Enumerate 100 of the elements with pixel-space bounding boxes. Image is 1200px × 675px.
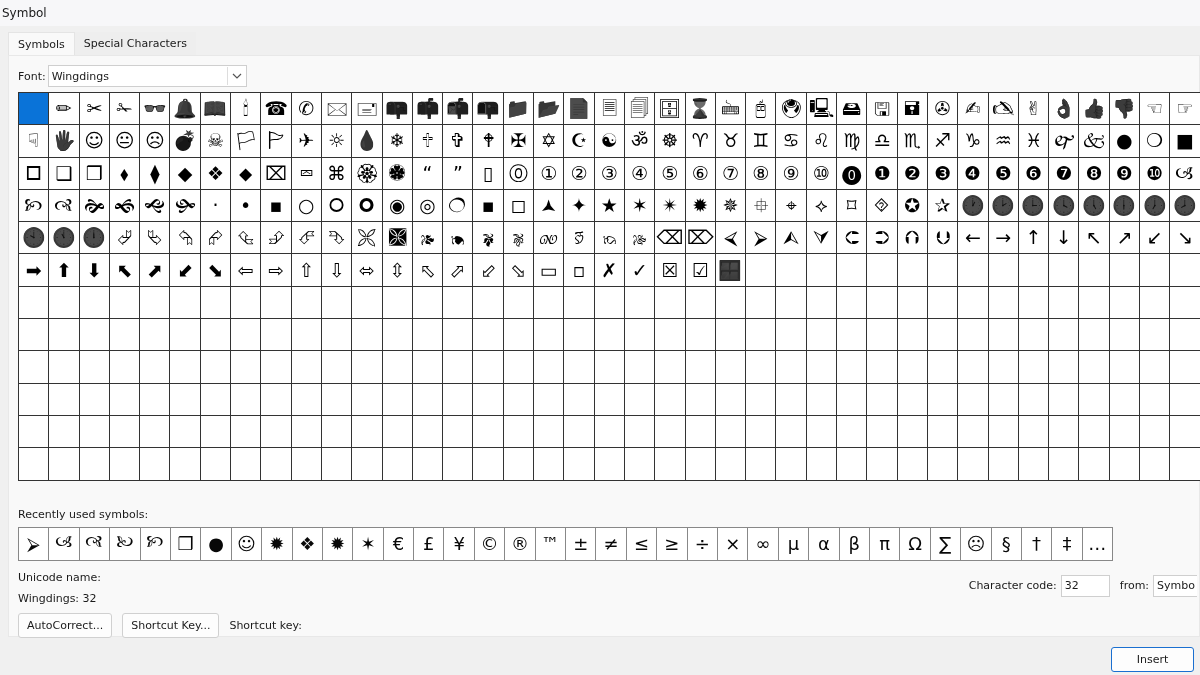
recent-symbol[interactable]: €	[383, 527, 415, 560]
symbol-cell[interactable]	[473, 319, 504, 352]
symbol-cell[interactable]: ▫	[564, 254, 595, 287]
symbol-cell[interactable]: 🕙	[19, 222, 50, 255]
symbol-cell[interactable]	[867, 286, 898, 320]
symbol-cell[interactable]	[109, 319, 141, 352]
symbol-cell[interactable]: ⌛	[685, 93, 716, 126]
symbol-cell[interactable]	[776, 319, 807, 352]
symbol-cell[interactable]	[958, 319, 989, 352]
symbol-cell[interactable]	[1018, 319, 1050, 352]
recent-symbol[interactable]: ✶	[353, 527, 384, 560]
symbol-cell[interactable]: 🖫	[867, 93, 898, 126]
symbol-cell[interactable]	[1109, 351, 1140, 384]
symbol-cell[interactable]: 🙐	[534, 222, 565, 255]
symbol-cell[interactable]	[806, 448, 837, 481]
symbol-cell[interactable]: ⮚	[746, 222, 777, 255]
symbol-cell[interactable]	[291, 448, 322, 481]
symbol-cell[interactable]	[776, 383, 807, 416]
symbol-cell[interactable]: ✡	[534, 125, 565, 158]
recent-symbol[interactable]: ÷	[687, 527, 718, 560]
symbol-cell[interactable]	[776, 448, 807, 481]
symbol-cell[interactable]	[806, 319, 837, 352]
symbol-cell[interactable]: ⮲	[170, 222, 201, 255]
dialog-button[interactable]: Shortcut Key...	[122, 612, 220, 638]
symbol-cell[interactable]	[867, 351, 898, 384]
symbol-cell[interactable]	[534, 319, 565, 352]
symbol-cell[interactable]	[534, 351, 565, 384]
symbol-cell[interactable]	[473, 383, 504, 416]
symbol-cell[interactable]: ⌦	[685, 222, 716, 255]
recent-symbol[interactable]: ∑	[930, 527, 962, 560]
symbol-cell[interactable]	[19, 286, 50, 320]
symbol-cell[interactable]	[170, 351, 201, 384]
symbol-cell[interactable]: ♈	[685, 125, 716, 158]
symbol-cell[interactable]	[958, 286, 989, 320]
symbol-cell[interactable]: ●	[1109, 125, 1140, 158]
recent-symbol[interactable]: ®	[505, 527, 536, 560]
symbol-cell[interactable]: ☜	[1140, 93, 1171, 126]
recent-symbol[interactable]: ¥	[444, 527, 475, 560]
symbol-cell[interactable]: ⮱	[140, 222, 171, 255]
symbol-cell[interactable]	[1049, 319, 1080, 352]
symbol-cell[interactable]: 🕓	[1049, 189, 1080, 223]
symbol-cell[interactable]	[655, 286, 686, 320]
symbol-cell[interactable]	[534, 286, 565, 320]
symbol-cell[interactable]: 🙡	[19, 189, 50, 223]
symbol-cell[interactable]: ☎	[261, 93, 292, 126]
symbol-cell[interactable]	[1079, 319, 1110, 352]
symbol-cell[interactable]	[655, 383, 686, 416]
symbol-cell[interactable]	[321, 448, 353, 481]
symbol-cell[interactable]: 🏳	[231, 125, 262, 158]
symbol-cell[interactable]	[1049, 415, 1080, 449]
symbol-cell[interactable]: ⮈	[837, 222, 868, 255]
symbol-cell[interactable]	[140, 383, 171, 416]
symbol-cell[interactable]	[321, 351, 353, 384]
symbol-cell[interactable]	[534, 415, 565, 449]
symbol-cell[interactable]	[382, 351, 413, 384]
symbol-cell[interactable]	[958, 448, 989, 481]
recent-symbol[interactable]: ⮚	[19, 527, 50, 560]
symbol-cell[interactable]	[1140, 448, 1171, 481]
symbol-cell[interactable]: 🕗	[1170, 189, 1200, 223]
symbol-cell[interactable]: 👓	[140, 93, 171, 126]
symbol-cell[interactable]: ⬇	[79, 254, 110, 287]
symbol-cell[interactable]	[1079, 286, 1110, 320]
symbol-cell[interactable]	[746, 383, 777, 416]
symbol-cell[interactable]: ⮙	[776, 222, 807, 255]
symbol-cell[interactable]	[291, 319, 322, 352]
recent-symbol[interactable]: ❖	[292, 527, 323, 560]
symbol-cell[interactable]	[19, 448, 50, 481]
symbol-cell[interactable]: ☸	[655, 125, 686, 158]
symbol-cell[interactable]: ⌖	[776, 189, 807, 223]
symbol-cell[interactable]: ⇦	[231, 254, 262, 287]
symbol-cell[interactable]	[443, 319, 474, 352]
symbol-cell[interactable]	[867, 383, 898, 416]
symbol-cell[interactable]	[655, 415, 686, 449]
symbol-cell[interactable]: ✦	[564, 189, 595, 223]
recent-symbol[interactable]: ±	[566, 527, 597, 560]
symbol-cell[interactable]	[837, 254, 868, 287]
symbol-cell[interactable]: ▪	[473, 189, 504, 223]
symbol-cell[interactable]	[1049, 286, 1080, 320]
symbol-cell[interactable]	[564, 351, 595, 384]
symbol-cell[interactable]: ➡	[19, 254, 50, 287]
symbol-cell[interactable]: 👍	[1079, 93, 1110, 126]
symbol-cell[interactable]	[261, 448, 292, 481]
symbol-cell[interactable]: ⧫	[140, 157, 171, 190]
symbol-cell[interactable]: ✌	[1018, 93, 1050, 126]
recent-symbol[interactable]: §	[991, 527, 1022, 560]
symbol-cell[interactable]	[231, 351, 262, 384]
symbol-cell[interactable]: 🪟	[715, 254, 747, 287]
symbol-cell[interactable]	[79, 448, 110, 481]
recent-symbol[interactable]: ≠	[596, 527, 627, 560]
symbol-cell[interactable]: ♊	[746, 125, 777, 158]
symbol-cell[interactable]	[837, 415, 868, 449]
symbol-cell[interactable]: ←	[958, 222, 989, 255]
symbol-cell[interactable]	[715, 319, 747, 352]
symbol-cell[interactable]: ⮛	[806, 222, 837, 255]
symbol-cell[interactable]	[170, 286, 201, 320]
symbol-cell[interactable]: ❍	[1140, 125, 1171, 158]
recent-symbol[interactable]: ∞	[748, 527, 779, 560]
symbol-cell[interactable]	[443, 351, 474, 384]
symbol-cell[interactable]	[988, 254, 1019, 287]
symbol-cell[interactable]	[200, 351, 232, 384]
